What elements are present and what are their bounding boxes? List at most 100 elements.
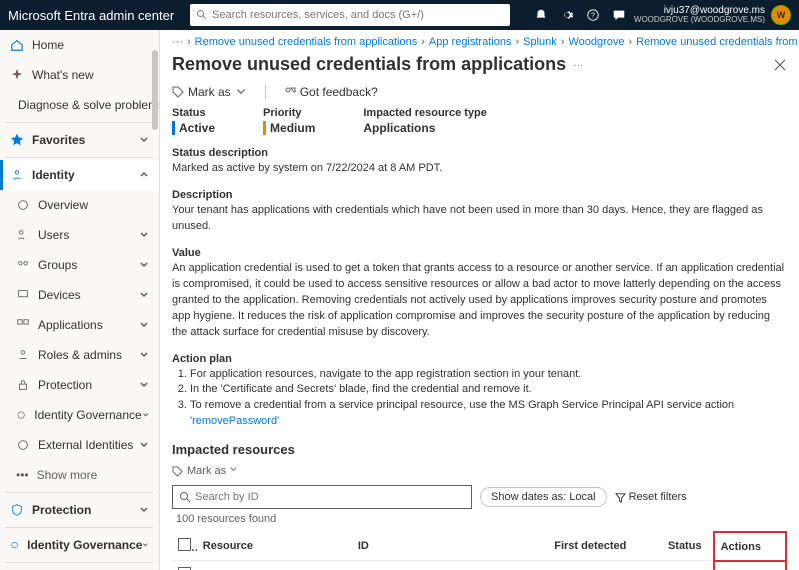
priority-value: Medium: [270, 121, 315, 135]
impacted-resources-header: Impacted resources: [172, 442, 787, 457]
close-icon[interactable]: [773, 58, 787, 72]
external-icon: [16, 438, 30, 452]
impacted-mark-as-label: Mark as: [187, 465, 226, 477]
nav-protection[interactable]: Protection: [0, 495, 159, 525]
nav-identity[interactable]: Identity: [0, 160, 159, 190]
nav-devices-label: Devices: [38, 288, 81, 302]
page-toolbar: Mark as Got feedback?: [160, 83, 799, 107]
resource-search[interactable]: [172, 485, 472, 509]
global-search-input[interactable]: [212, 9, 504, 21]
select-all-checkbox[interactable]: [178, 538, 191, 551]
mark-as-label: Mark as: [188, 85, 231, 99]
page-title: Remove unused credentials from applicati…: [172, 54, 566, 75]
search-icon: [179, 491, 191, 503]
nav-identity-governance-label: Identity Governance: [27, 538, 142, 552]
nav-diagnose[interactable]: Diagnose & solve problems: [0, 90, 159, 120]
col-id[interactable]: ID: [352, 532, 548, 561]
nav-roles[interactable]: Roles & admins: [0, 340, 159, 370]
filter-reset-icon: [615, 492, 626, 503]
crumb-item[interactable]: Remove unused credentials from applicati…: [636, 36, 799, 48]
tag-icon: [172, 86, 184, 98]
nav-users[interactable]: Users: [0, 220, 159, 250]
tag-icon: [172, 466, 183, 477]
feedback-label: Got feedback?: [300, 85, 378, 99]
col-status[interactable]: Status: [662, 532, 714, 561]
nav-groups[interactable]: Groups: [0, 250, 159, 280]
chevron-down-icon: [142, 540, 149, 550]
value-header: Value: [172, 247, 787, 259]
crumb-item[interactable]: Splunk: [523, 36, 557, 48]
chevron-down-icon: [139, 260, 149, 270]
nav-favorites[interactable]: Favorites: [0, 125, 159, 155]
priority-label: Priority: [263, 107, 315, 119]
remove-password-link[interactable]: 'removePassword': [190, 415, 279, 427]
nav-idgov-sub[interactable]: Identity Governance: [0, 400, 159, 430]
nav-home[interactable]: Home: [0, 30, 159, 60]
user-menu[interactable]: ivju37@woodgrove.ms WOODGROVE (WOODGROVE…: [634, 5, 791, 25]
users-icon: [16, 228, 30, 242]
nav-show-more-label: Show more: [37, 468, 98, 482]
nav-verified-id[interactable]: Verified ID: [0, 565, 159, 570]
reset-filters-label: Reset filters: [629, 491, 687, 503]
nav-overview[interactable]: Overview: [0, 190, 159, 220]
settings-icon[interactable]: [560, 8, 574, 22]
chevron-down-icon: [139, 320, 149, 330]
breadcrumb-overflow[interactable]: ···: [172, 36, 183, 48]
nav-show-more[interactable]: •••Show more: [0, 460, 159, 490]
crumb-item[interactable]: Woodgrove: [568, 36, 624, 48]
chevron-down-icon: [235, 86, 247, 98]
date-display-pill[interactable]: Show dates as: Local: [480, 487, 607, 507]
nav-home-label: Home: [32, 38, 64, 52]
nav-devices[interactable]: Devices: [0, 280, 159, 310]
notification-icon[interactable]: [534, 8, 548, 22]
lock-icon: [16, 378, 30, 392]
page-title-more[interactable]: ···: [574, 60, 583, 70]
chevron-down-icon: [142, 410, 149, 420]
impacted-type-label: Impacted resource type: [363, 107, 487, 119]
col-first-detected[interactable]: First detected: [548, 532, 662, 561]
chevron-down-icon: [139, 505, 149, 515]
action-plan-header: Action plan: [172, 353, 787, 365]
description-header: Description: [172, 189, 787, 201]
nav-external-identities-label: External Identities: [38, 438, 133, 452]
mark-as-button[interactable]: Mark as: [172, 85, 247, 99]
resources-table: Resource ID First detected Status Action…: [172, 531, 787, 570]
nav-identity-governance[interactable]: Identity Governance: [0, 530, 159, 560]
col-actions[interactable]: Actions: [714, 532, 786, 561]
governance-icon: [10, 538, 19, 552]
home-icon: [10, 38, 24, 52]
chevron-up-icon: [139, 170, 149, 180]
crumb-item[interactable]: App registrations: [429, 36, 512, 48]
search-icon: [196, 9, 208, 21]
nav-external-identities[interactable]: External Identities: [0, 430, 159, 460]
nav-roles-label: Roles & admins: [38, 348, 122, 362]
action-step-2: In the 'Certificate and Secrets' blade, …: [190, 382, 787, 398]
sidebar-scrollbar[interactable]: [152, 50, 158, 130]
reset-filters-button[interactable]: Reset filters: [615, 491, 687, 503]
impacted-mark-as-button[interactable]: Mark as: [187, 465, 238, 477]
nav-whats-new[interactable]: What's new: [0, 60, 159, 90]
avatar: W: [771, 5, 791, 25]
nav-protection-sub[interactable]: Protection: [0, 370, 159, 400]
groups-icon: [16, 258, 30, 272]
nav-applications[interactable]: Applications: [0, 310, 159, 340]
col-resource[interactable]: Resource: [197, 532, 352, 561]
identity-icon: [10, 168, 24, 182]
impacted-type-value: Applications: [363, 121, 435, 135]
global-search[interactable]: [190, 4, 510, 26]
nav-whats-new-label: What's new: [32, 68, 94, 82]
crumb-item[interactable]: Remove unused credentials from applicati…: [195, 36, 418, 48]
nav-idgov-sub-label: Identity Governance: [34, 408, 141, 422]
chevron-down-icon: [139, 290, 149, 300]
devices-icon: [16, 288, 30, 302]
resource-count: 100 resources found: [176, 513, 787, 525]
help-icon[interactable]: ?: [586, 8, 600, 22]
feedback-button[interactable]: Got feedback?: [284, 85, 378, 99]
cell-status: Active: [662, 561, 714, 570]
cell-id: 22223333-cccc-4444-dddd-5555eeee6666: [352, 561, 548, 570]
shield-icon: [10, 503, 24, 517]
nav-diagnose-label: Diagnose & solve problems: [18, 98, 160, 112]
priority-card: Priority Medium: [263, 107, 315, 135]
feedback-icon[interactable]: [612, 8, 626, 22]
resource-search-input[interactable]: [195, 491, 465, 503]
